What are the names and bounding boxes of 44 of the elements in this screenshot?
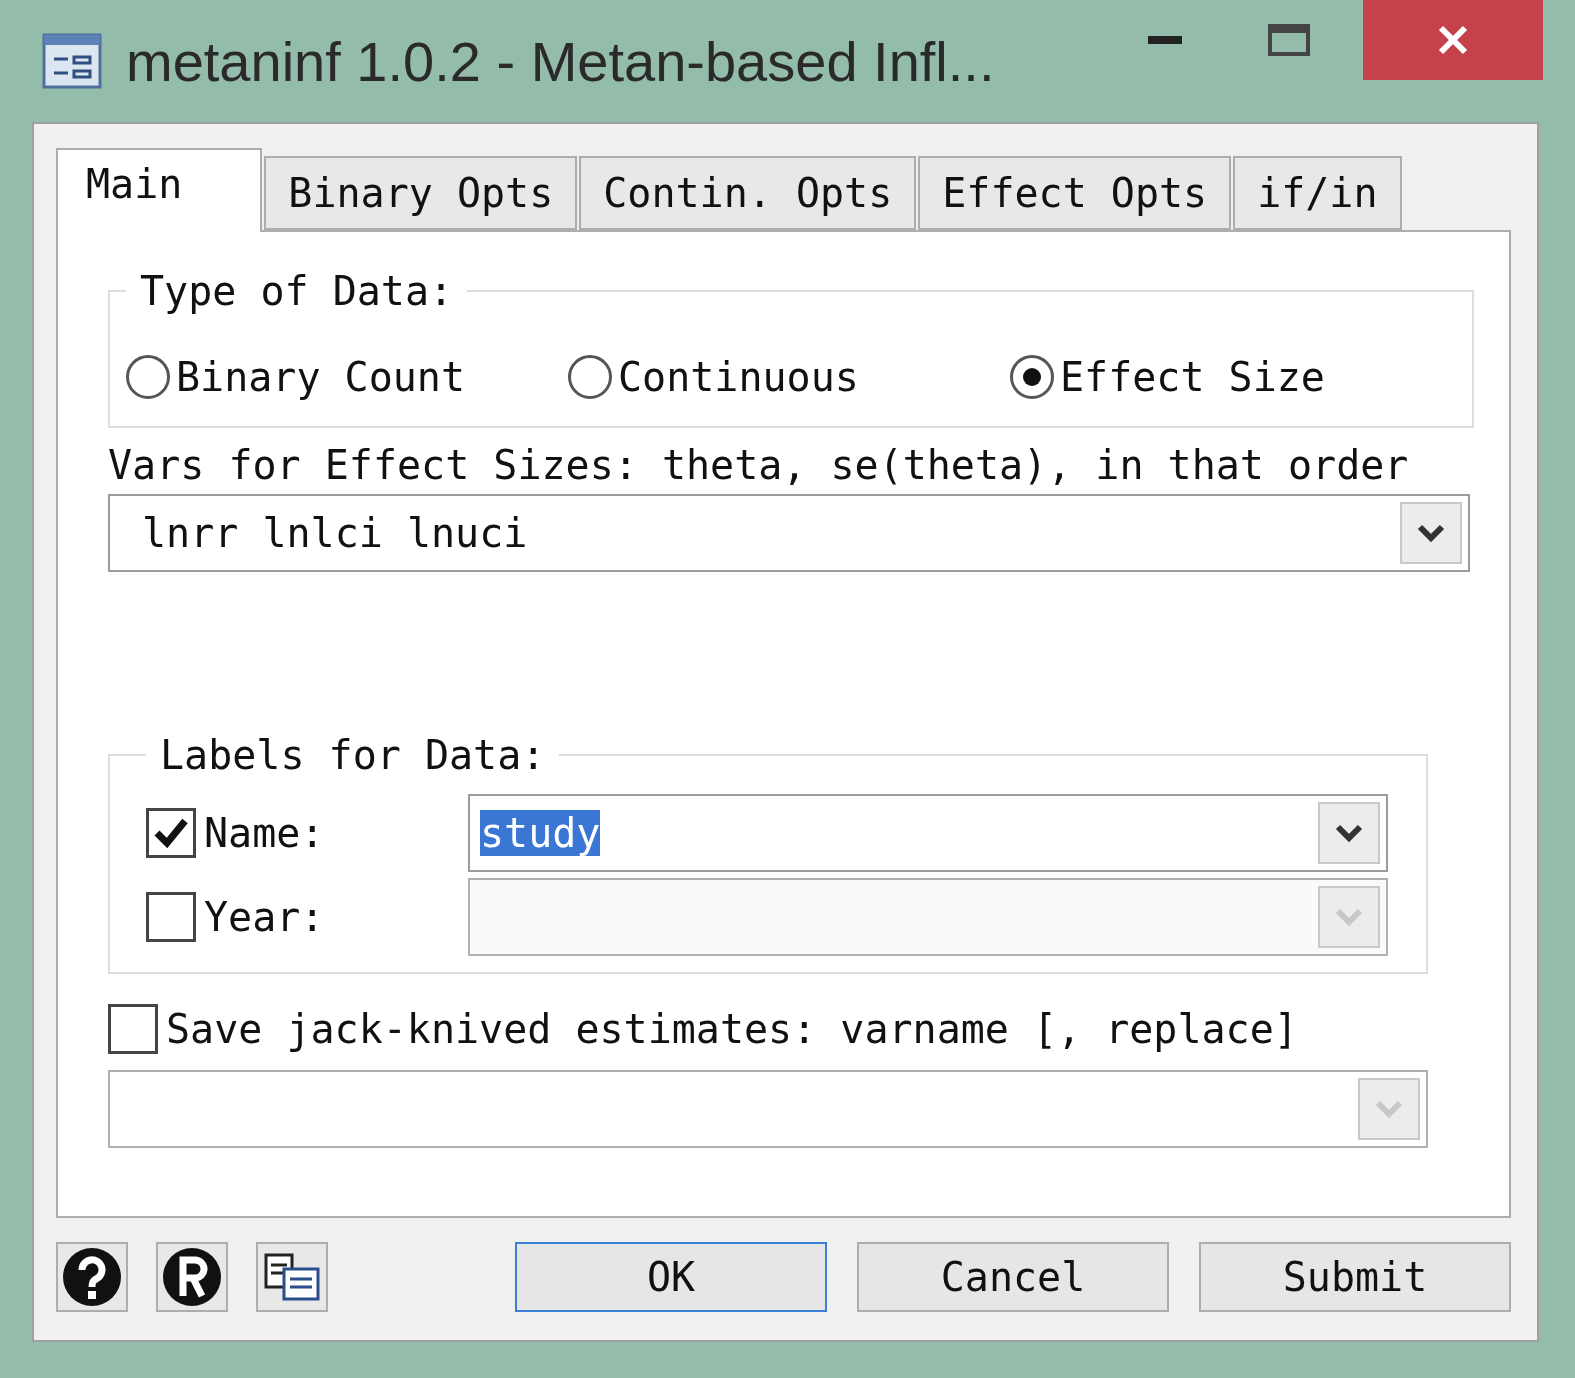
tab[interactable]: Binary Opts <box>264 156 578 230</box>
radio-button[interactable] <box>568 355 612 399</box>
checkbox[interactable] <box>146 808 196 858</box>
chevron-down-icon <box>1374 1099 1404 1119</box>
varname-combo-field[interactable] <box>108 1070 1428 1148</box>
form-icon <box>42 33 102 89</box>
dialog-button[interactable]: OK <box>515 1242 827 1312</box>
radio-button[interactable] <box>126 355 170 399</box>
reset-button[interactable] <box>156 1242 228 1312</box>
tab[interactable]: Main <box>56 148 263 232</box>
group-legend: Type of Data: <box>126 268 468 314</box>
dropdown-button[interactable] <box>1318 802 1380 864</box>
window-title: metaninf 1.0.2 - Metan-based Infl... <box>126 28 996 94</box>
checkbox[interactable] <box>108 1004 158 1054</box>
dropdown-button[interactable] <box>1400 502 1462 564</box>
field-label: Vars for Effect Sizes: theta, se(theta), in that order <box>108 442 1410 488</box>
maximize-icon <box>1268 24 1310 56</box>
checkbox-label: Name: <box>204 810 325 856</box>
copy-button[interactable] <box>256 1242 328 1312</box>
dialog-button[interactable]: Submit <box>1199 1242 1511 1312</box>
radio-label: Effect Size <box>1060 354 1325 400</box>
radio-button[interactable] <box>1010 355 1054 399</box>
label-combo-field[interactable]: study <box>468 794 1388 872</box>
checkbox-label: Year: <box>204 894 325 940</box>
dialog-button[interactable]: Cancel <box>857 1242 1169 1312</box>
tab[interactable]: if/in <box>1233 156 1402 230</box>
tab[interactable]: Contin. Opts <box>579 156 917 230</box>
help-icon <box>61 1246 123 1308</box>
tab[interactable]: Effect Opts <box>918 156 1232 230</box>
radio-label: Binary Count <box>176 354 465 400</box>
chevron-down-icon <box>1416 523 1446 543</box>
radio-label: Continuous <box>618 354 859 400</box>
minimize-icon <box>1148 36 1182 44</box>
checkmark-icon <box>153 817 189 849</box>
close-icon <box>1437 24 1469 56</box>
chevron-down-icon <box>1334 823 1364 843</box>
clipboard-icon <box>262 1251 322 1303</box>
checkbox-label: Save jack-knived estimates: varname [, replace] <box>166 1006 1298 1052</box>
help-button[interactable] <box>56 1242 128 1312</box>
close-button[interactable] <box>1363 0 1543 80</box>
r-circle-icon <box>161 1246 223 1308</box>
group-legend: Labels for Data: <box>146 732 560 778</box>
vars-combo-field[interactable]: lnrr lnlci lnuci <box>108 494 1470 572</box>
chevron-down-icon <box>1334 907 1364 927</box>
